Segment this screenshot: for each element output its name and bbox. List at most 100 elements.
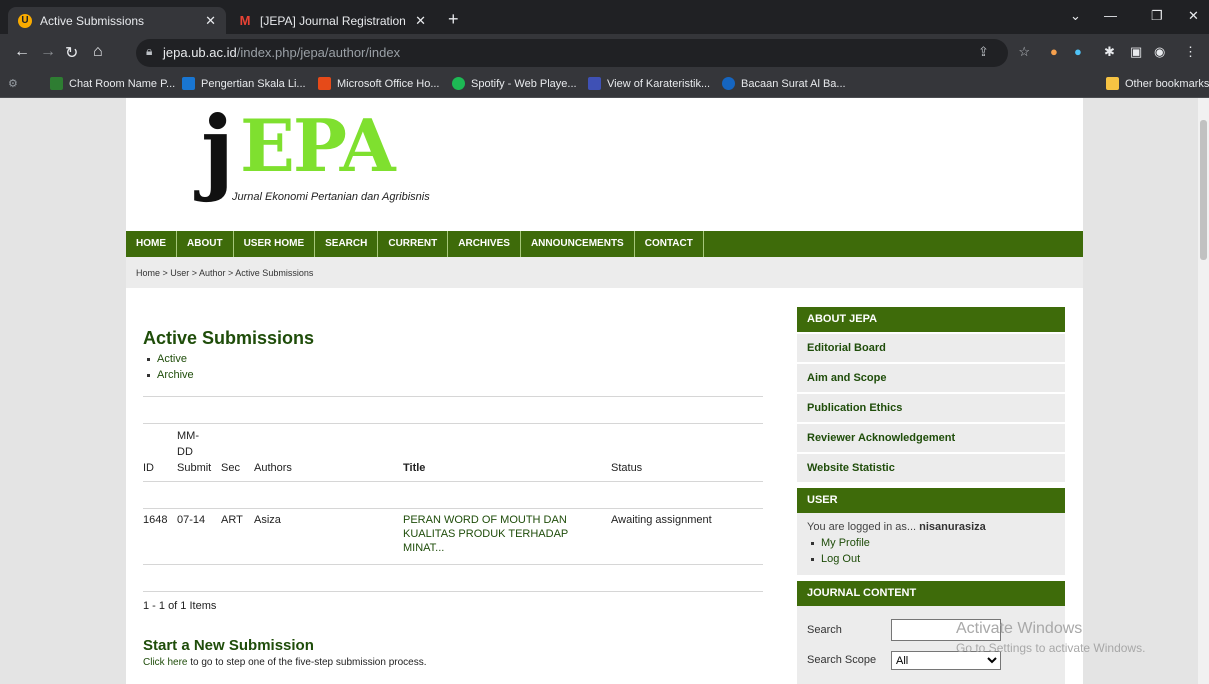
row-title-line-2[interactable]: KUALITAS PRODUK TERHADAP [403,528,568,540]
filter-active[interactable]: Active [143,351,763,367]
column-authors[interactable]: Authors [254,462,292,474]
profile-avatar-icon[interactable]: ◉ [1154,44,1165,60]
divider [143,591,763,592]
row-authors: Asiza [254,514,281,526]
scrollbar-thumb[interactable] [1200,120,1207,260]
pagination-info: 1 - 1 of 1 Items [143,600,217,612]
row-title-line-1[interactable]: PERAN WORD OF MOUTH DAN [403,514,567,526]
activate-windows-watermark: Activate Windows [956,620,1083,637]
sidebar-aim-scope[interactable]: Aim and Scope [797,364,1065,392]
page-scrollbar[interactable] [1198,98,1209,684]
column-date-1[interactable]: MM- [177,430,199,442]
log-out-link[interactable]: Log Out [807,551,1055,567]
bookmark-favicon-icon [50,77,63,90]
home-icon[interactable]: ⌂ [93,43,103,61]
spotify-icon [452,77,465,90]
minimize-icon[interactable]: — [1104,8,1117,23]
column-id[interactable]: ID [143,462,154,474]
bookmark-item[interactable]: Bacaan Surat Al Ba... [722,77,846,90]
sidebar-publication-ethics[interactable]: Publication Ethics [797,394,1065,422]
column-sec[interactable]: Sec [221,462,240,474]
ub-logo-icon: U [18,13,32,28]
bookmark-item[interactable]: View of Karateristik... [588,77,710,90]
forward-icon[interactable]: → [40,43,56,61]
menu-kebab-icon[interactable]: ⋮ [1184,44,1197,60]
tab-journal-registration[interactable]: M [JEPA] Journal Registration - nisa ✕ [228,7,436,34]
menu-user-home[interactable]: USER HOME [234,231,316,257]
gmail-icon: M [239,13,251,28]
share-icon[interactable]: ⇪ [978,44,989,60]
row-status: Awaiting assignment [611,514,712,526]
column-date-3[interactable]: Submit [177,462,211,474]
row-sec: ART [221,514,243,526]
menu-about[interactable]: ABOUT [177,231,234,257]
bookmark-item[interactable]: Pengertian Skala Li... [182,77,306,90]
click-here-link[interactable]: Click here [143,657,187,668]
bookmark-item[interactable]: Spotify - Web Playe... [452,77,577,90]
new-submission-text: Click here to go to step one of the five… [143,657,427,668]
bookmark-item[interactable]: Microsoft Office Ho... [318,77,440,90]
extension-icon[interactable]: ● [1074,44,1082,59]
tab-active-submissions[interactable]: U Active Submissions ✕ [8,7,226,34]
column-status[interactable]: Status [611,462,642,474]
close-window-icon[interactable]: ✕ [1188,8,1199,24]
sidebar-website-statistic[interactable]: Website Statistic [797,454,1065,482]
reload-icon[interactable]: ↻ [65,43,78,63]
bookmark-item[interactable]: Chat Room Name P... [50,77,175,90]
menu-search[interactable]: SEARCH [315,231,379,257]
bookmark-favicon-icon [722,77,735,90]
extensions-puzzle-icon[interactable]: ✱ [1104,44,1115,60]
bookmarks-bar: ⚙ Chat Room Name P... Pengertian Skala L… [0,72,1209,98]
column-title[interactable]: Title [403,462,425,474]
row-date: 07-14 [177,514,206,526]
side-panel-icon[interactable]: ▣ [1130,44,1142,60]
url-path: /index.php/jepa/author/index [236,45,401,60]
main-menu: HOME ABOUT USER HOME SEARCH CURRENT ARCH… [126,231,1083,257]
folder-icon [1106,77,1119,90]
url-domain: jepa.ub.ac.id [163,45,237,60]
back-icon[interactable]: ← [14,43,30,61]
lock-icon[interactable]: 🔒︎ [146,44,152,59]
extension-icon[interactable]: ● [1050,44,1058,59]
browser-tab-bar: U Active Submissions ✕ M [JEPA] Journal … [0,0,1209,34]
journal-content-heading: JOURNAL CONTENT [797,581,1065,606]
apps-icon[interactable]: ⚙ [8,77,18,90]
other-bookmarks[interactable]: Other bookmarks [1106,77,1209,90]
page-title: Active Submissions [143,328,315,348]
user-box: You are logged in as... nisanurasiza My … [797,513,1065,575]
url-bar[interactable]: 🔒︎ jepa.ub.ac.id/index.php/jepa/author/i… [136,39,1030,67]
close-tab-icon[interactable]: ✕ [415,13,426,29]
address-toolbar: ← → ↻ ⌂ 🔒︎ jepa.ub.ac.id/index.php/jepa/… [0,34,1209,72]
menu-archives[interactable]: ARCHIVES [448,231,521,257]
logo-subtitle: Jurnal Ekonomi Pertanian dan Agribisnis [232,191,430,203]
search-label: Search [807,624,842,636]
menu-contact[interactable]: CONTACT [635,231,704,257]
bookmark-star-icon[interactable]: ☆ [1018,44,1030,60]
restore-icon[interactable]: ❐ [1151,8,1163,24]
new-tab-icon[interactable]: + [448,9,459,30]
new-submission-title: Start a New Submission [143,637,314,654]
menu-current[interactable]: CURRENT [378,231,449,257]
close-tab-icon[interactable]: ✕ [205,13,216,29]
filter-archive[interactable]: Archive [143,367,763,383]
bookmark-favicon-icon [318,77,331,90]
tab-search-icon[interactable]: ⌄ [1070,8,1081,24]
user-links: My Profile Log Out [807,535,1055,567]
logo-j: j [201,96,235,204]
user-heading: USER [797,488,1065,513]
menu-home[interactable]: HOME [126,231,177,257]
filter-list: Active Archive [143,351,763,383]
tab-title: Active Submissions [40,13,145,28]
breadcrumb[interactable]: Home > User > Author > Active Submission… [126,257,1083,288]
divider [143,396,763,397]
menu-announcements[interactable]: ANNOUNCEMENTS [521,231,635,257]
column-date-2[interactable]: DD [177,446,193,458]
about-heading: ABOUT JEPA [797,307,1065,332]
journal-page: j EPA Jurnal Ekonomi Pertanian dan Agrib… [126,98,1083,684]
row-title-line-3[interactable]: MINAT... [403,542,444,554]
my-profile-link[interactable]: My Profile [807,535,1055,551]
sidebar-reviewer-acknowledgement[interactable]: Reviewer Acknowledgement [797,424,1065,452]
sidebar-editorial-board[interactable]: Editorial Board [797,334,1065,362]
row-id: 1648 [143,514,168,526]
divider [143,423,763,424]
